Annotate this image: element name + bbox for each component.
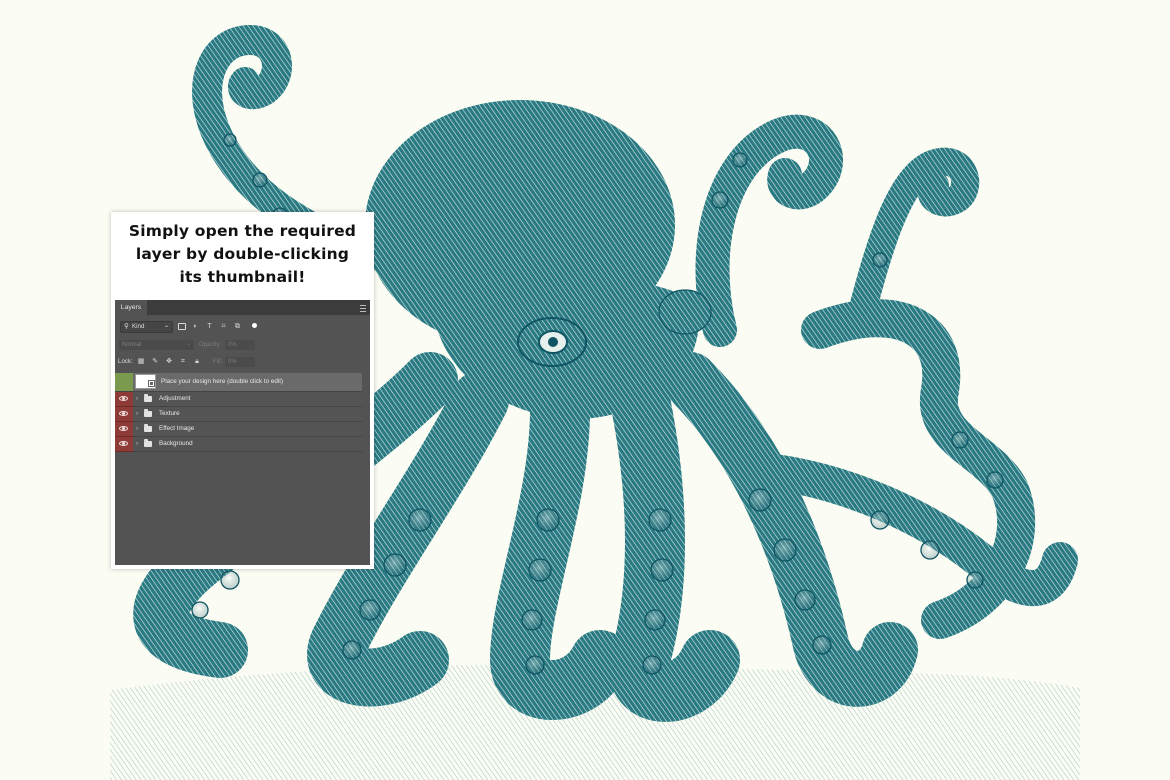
chevron-down-icon: ⌄ <box>163 323 169 329</box>
filter-row: ⚲ Kind ⌄ ◐ T ⌑ ⧉ <box>115 317 370 335</box>
opacity-field[interactable]: 0% <box>225 340 255 350</box>
shape-filter-icon[interactable]: ⌑ <box>219 322 228 331</box>
chevron-right-icon[interactable]: › <box>136 409 138 419</box>
layer-row-adjustment[interactable]: › Adjustment <box>115 392 362 407</box>
layer-name: Effect Image <box>159 425 195 432</box>
info-card: Simply open the required layer by double… <box>111 212 374 569</box>
chevron-right-icon[interactable]: › <box>136 424 138 434</box>
lock-label: Lock: <box>118 358 133 365</box>
smart-object-icon <box>148 380 155 387</box>
fill-label: Fill: <box>213 359 223 365</box>
eye-icon <box>119 411 128 416</box>
eye-icon <box>119 441 128 446</box>
opacity-label: Opacity: <box>199 342 222 348</box>
opacity-value: 0% <box>228 342 237 348</box>
blend-mode-label: Normal <box>122 342 142 348</box>
lock-artboard-icon[interactable]: ⌗ <box>179 358 187 366</box>
blend-row: Normal ⌄ Opacity: 0% <box>115 337 370 353</box>
layer-row-smart-object[interactable]: Place your design here (double click to … <box>115 373 362 392</box>
folder-icon <box>144 424 152 432</box>
visibility-cell[interactable] <box>115 373 133 391</box>
eye-icon <box>119 396 128 401</box>
chevron-right-icon[interactable]: › <box>136 439 138 449</box>
layer-row-texture[interactable]: › Texture <box>115 407 362 422</box>
visibility-toggle[interactable] <box>115 392 133 407</box>
fill-value: 0% <box>228 359 237 365</box>
folder-icon <box>144 409 152 417</box>
instruction-caption: Simply open the required layer by double… <box>111 220 374 289</box>
layer-name: Place your design here (double click to … <box>161 378 284 385</box>
lock-transparent-icon[interactable]: ▦ <box>137 358 145 366</box>
search-icon: ⚲ <box>124 323 129 330</box>
caption-line: its thumbnail! <box>179 268 306 286</box>
layer-name: Adjustment <box>159 395 191 402</box>
fill-field[interactable]: 0% <box>225 357 255 367</box>
folder-icon <box>144 439 152 447</box>
visibility-toggle[interactable] <box>115 422 133 437</box>
visibility-toggle[interactable] <box>115 437 133 452</box>
lock-row: Lock: ▦ ✎ ✥ ⌗ 🔒︎ Fill: 0% <box>115 354 370 370</box>
lock-all-icon[interactable]: 🔒︎ <box>193 358 201 366</box>
visibility-toggle[interactable] <box>115 407 133 422</box>
filter-kind-label: Kind <box>132 323 145 330</box>
pixel-filter-icon[interactable] <box>177 322 186 331</box>
octopus-eye <box>517 317 587 367</box>
chevron-down-icon: ⌄ <box>186 341 191 347</box>
blend-mode-select[interactable]: Normal ⌄ <box>119 340 194 350</box>
layer-row-background[interactable]: › Background <box>115 437 362 452</box>
type-filter-icon[interactable]: T <box>205 322 214 331</box>
layer-name: Texture <box>159 410 180 417</box>
folder-icon <box>144 394 152 402</box>
lock-paint-icon[interactable]: ✎ <box>151 358 159 366</box>
caption-line: Simply open the required <box>128 222 357 240</box>
filter-kind-select[interactable]: ⚲ Kind ⌄ <box>120 321 173 333</box>
layers-panel: Layers ⚲ Kind ⌄ ◐ T ⌑ ⧉ Normal ⌄ Opacity… <box>115 300 370 565</box>
panel-header: Layers <box>115 300 370 315</box>
panel-menu-icon[interactable] <box>360 305 366 312</box>
layer-name: Background <box>159 440 193 447</box>
chevron-right-icon[interactable]: › <box>136 394 138 404</box>
filter-toggle-icon[interactable] <box>252 323 257 328</box>
layer-row-effect-image[interactable]: › Effect Image <box>115 422 362 437</box>
smart-object-filter-icon[interactable]: ⧉ <box>233 322 242 331</box>
adjustment-filter-icon[interactable]: ◐ <box>191 322 200 331</box>
eye-icon <box>119 426 128 431</box>
caption-line: layer by double-clicking <box>135 245 350 263</box>
lock-position-icon[interactable]: ✥ <box>165 358 173 366</box>
smart-object-thumbnail[interactable] <box>135 374 156 389</box>
tab-layers[interactable]: Layers <box>115 300 147 315</box>
